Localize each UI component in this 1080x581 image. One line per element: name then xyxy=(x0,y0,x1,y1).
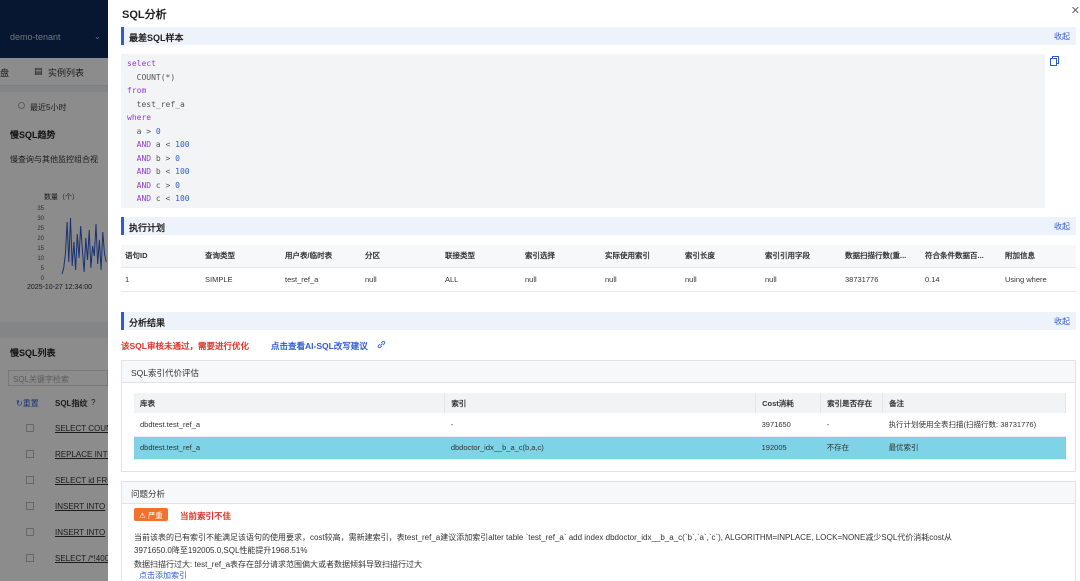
code-line: select xyxy=(127,59,156,68)
column-header: Cost消耗 xyxy=(755,393,822,413)
table-cell: 最优索引 xyxy=(882,436,1066,460)
table-cell: null xyxy=(521,267,601,292)
column-header: 备注 xyxy=(882,393,1066,413)
column-header: 实际使用索引 xyxy=(601,245,681,268)
code-line: test_ref_a xyxy=(127,99,185,109)
table-row[interactable]: dbdtest.test_ref_a dbdoctor_idx__b_a_c(b,… xyxy=(134,436,1066,460)
ai-rewrite-link[interactable]: 点击查看AI-SQL改写建议 xyxy=(271,340,368,352)
code-line: COUNT(*) xyxy=(127,72,176,82)
table-cell: null xyxy=(761,267,841,292)
link-icon[interactable] xyxy=(377,340,386,349)
exec-plan-header: 执行计划 收起 xyxy=(121,217,1076,235)
problem-detail-line: 3971650.0降至192005.0,SQL性能提升1968.51% xyxy=(134,546,308,555)
collapse-button[interactable]: 收起 xyxy=(1054,31,1070,42)
column-header: 语句ID xyxy=(121,245,201,268)
problem-heading: 当前索引不佳 xyxy=(180,511,232,521)
table-cell: SIMPLE xyxy=(201,267,281,292)
table-cell: 38731776 xyxy=(841,267,921,292)
section-title: 分析结果 xyxy=(129,318,166,328)
table-cell: dbdtest.test_ref_a xyxy=(134,413,445,437)
table-cell: null xyxy=(361,267,441,292)
table-cell: 1 xyxy=(121,267,201,292)
table-row[interactable]: dbdtest.test_ref_a -3971650- 执行计划使用全表扫描(扫描… xyxy=(134,413,1066,437)
column-header: 用户表/临时表 xyxy=(281,245,361,268)
column-header: 索引 xyxy=(444,393,757,413)
column-header: 索引是否存在 xyxy=(820,393,884,413)
code-line: where xyxy=(127,113,152,122)
problem-analysis-card: 问题分析 ⚠ 严重 当前索引不佳 当前该表的已有索引不能满足该语句的使用要求，c… xyxy=(121,481,1076,581)
table-cell: - xyxy=(820,413,883,437)
column-header: 索引长度 xyxy=(681,245,761,268)
table-cell: Using where xyxy=(1001,267,1076,292)
table-cell: dbdtest.test_ref_a xyxy=(134,436,445,460)
add-index-link[interactable]: 点击添加索引 xyxy=(139,570,187,581)
audit-warning: 该SQL审核未通过，需要进行优化 xyxy=(121,341,249,351)
table-cell: dbdoctor_idx__b_a_c(b,a,c) xyxy=(444,436,756,460)
table-cell: null xyxy=(601,267,681,292)
problem-detail-line: 当前该表的已有索引不能满足该语句的使用要求，cost较高，需新建索引，表test… xyxy=(134,533,952,542)
code-line: AND b > 0 xyxy=(127,153,180,163)
section-title: 最差SQL样本 xyxy=(129,33,184,43)
code-line: AND c > 0 xyxy=(127,180,180,190)
column-header: 索引引用字段 xyxy=(761,245,841,268)
table-cell: 0.14 xyxy=(921,267,1001,292)
table-cell: 3971650 xyxy=(755,413,821,437)
code-line: AND b < 100 xyxy=(127,167,190,176)
table-cell: 执行计划使用全表扫描(扫描行数: 38731776) xyxy=(882,413,1066,437)
close-icon[interactable]: ✕ xyxy=(1071,4,1080,17)
column-header: 数据扫描行数(重... xyxy=(841,245,921,268)
column-header: 索引选择 xyxy=(521,245,601,268)
column-header: 查询类型 xyxy=(201,245,281,268)
table-cell: - xyxy=(444,413,756,437)
problem-detail-line: 数据扫描行过大: test_ref_a表存在部分请求范围偏大或者数据倾斜导致扫描… xyxy=(134,560,423,569)
column-header: 附加信息 xyxy=(1001,245,1076,268)
table-cell: ALL xyxy=(441,267,521,292)
collapse-button[interactable]: 收起 xyxy=(1054,221,1070,232)
cost-eval-card: SQL索引代价评估 库表 索引 Cost消耗 索引是否存在 备注 dbdtest.tes… xyxy=(121,360,1076,472)
cost-eval-title: SQL索引代价评估 xyxy=(122,361,1075,383)
analysis-header: 分析结果 收起 xyxy=(121,312,1076,330)
collapse-button[interactable]: 收起 xyxy=(1054,316,1070,327)
code-line: AND c < 100 xyxy=(127,194,190,203)
column-header: 库表 xyxy=(134,393,446,413)
severity-badge: ⚠ 严重 xyxy=(134,508,168,521)
table-cell: test_ref_a xyxy=(281,267,361,292)
drawer-title: SQL分析 xyxy=(122,9,167,21)
code-line: AND a < 100 xyxy=(127,140,190,149)
code-line: a > 0 xyxy=(127,126,161,136)
section-title: 执行计划 xyxy=(129,223,166,233)
worst-sample-header: 最差SQL样本 收起 xyxy=(121,27,1076,45)
table-row: 1 SIMPLE test_ref_a null ALL null null null null… xyxy=(121,267,1076,292)
table-cell: 不存在 xyxy=(820,436,883,460)
column-header: 联接类型 xyxy=(441,245,521,268)
problem-title: 问题分析 xyxy=(122,482,1075,504)
column-header: 符合条件数据百... xyxy=(921,245,1001,268)
table-cell: null xyxy=(681,267,761,292)
cost-eval-table: 库表 索引 Cost消耗 索引是否存在 备注 dbdtest.test_ref_a -39… xyxy=(134,393,1066,460)
column-header: 分区 xyxy=(361,245,441,268)
exec-plan-table: 语句ID 查询类型 用户表/临时表 分区 联接类型 索引选择 实际使用索引 索引长度 索引引用字… xyxy=(121,245,1076,292)
sql-analysis-drawer: SQL分析 ✕ 最差SQL样本 收起 select COUNT(*) from t… xyxy=(108,0,1080,581)
table-cell: 192005 xyxy=(755,436,821,460)
copy-icon[interactable] xyxy=(1050,56,1059,66)
sql-code-block: select COUNT(*) from test_ref_awhere a > … xyxy=(121,54,1045,208)
code-line: from xyxy=(127,86,147,95)
